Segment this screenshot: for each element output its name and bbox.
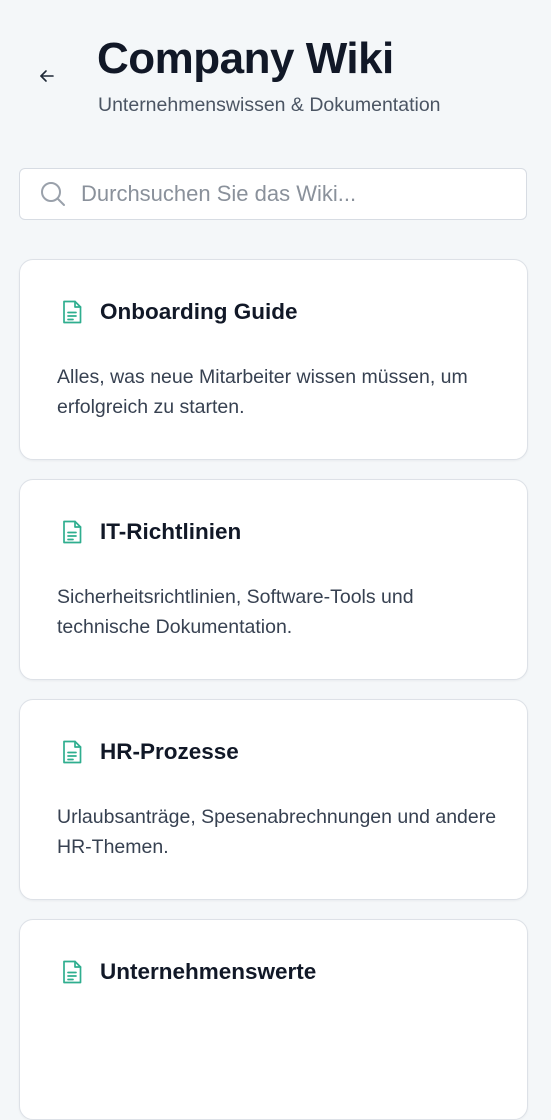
document-icon [58, 298, 86, 326]
document-icon [58, 738, 86, 766]
card-title: IT-Richtlinien [100, 519, 242, 544]
arrow-left-icon [37, 66, 57, 86]
card-title: Onboarding Guide [100, 299, 298, 324]
page-subtitle: Unternehmenswissen & Dokumentation [98, 94, 441, 116]
card-title: Unternehmenswerte [100, 959, 317, 984]
search-bar[interactable] [19, 168, 527, 220]
card-description: Sicherheitsrichtlinien, Software-Tools u… [57, 586, 414, 638]
back-button[interactable] [33, 62, 61, 90]
wiki-card-unternehmenswerte[interactable]: Unternehmenswerte [19, 919, 528, 1120]
search-icon [39, 180, 67, 208]
page-title: Company Wiki [97, 34, 394, 83]
wiki-card-onboarding-guide[interactable]: Onboarding Guide Alles, was neue Mitarbe… [19, 259, 528, 460]
document-icon [58, 518, 86, 546]
search-input[interactable] [81, 181, 501, 207]
wiki-card-it-richtlinien[interactable]: IT-Richtlinien Sicherheitsrichtlinien, S… [19, 479, 528, 680]
wiki-card-hr-prozesse[interactable]: HR-Prozesse Urlaubsanträge, Spesenabrech… [19, 699, 528, 900]
document-icon [58, 958, 86, 986]
card-description: Urlaubsanträge, Spesenabrechnungen und a… [57, 806, 497, 858]
card-title: HR-Prozesse [100, 739, 239, 764]
card-description: Alles, was neue Mitarbeiter wissen müsse… [57, 366, 468, 418]
